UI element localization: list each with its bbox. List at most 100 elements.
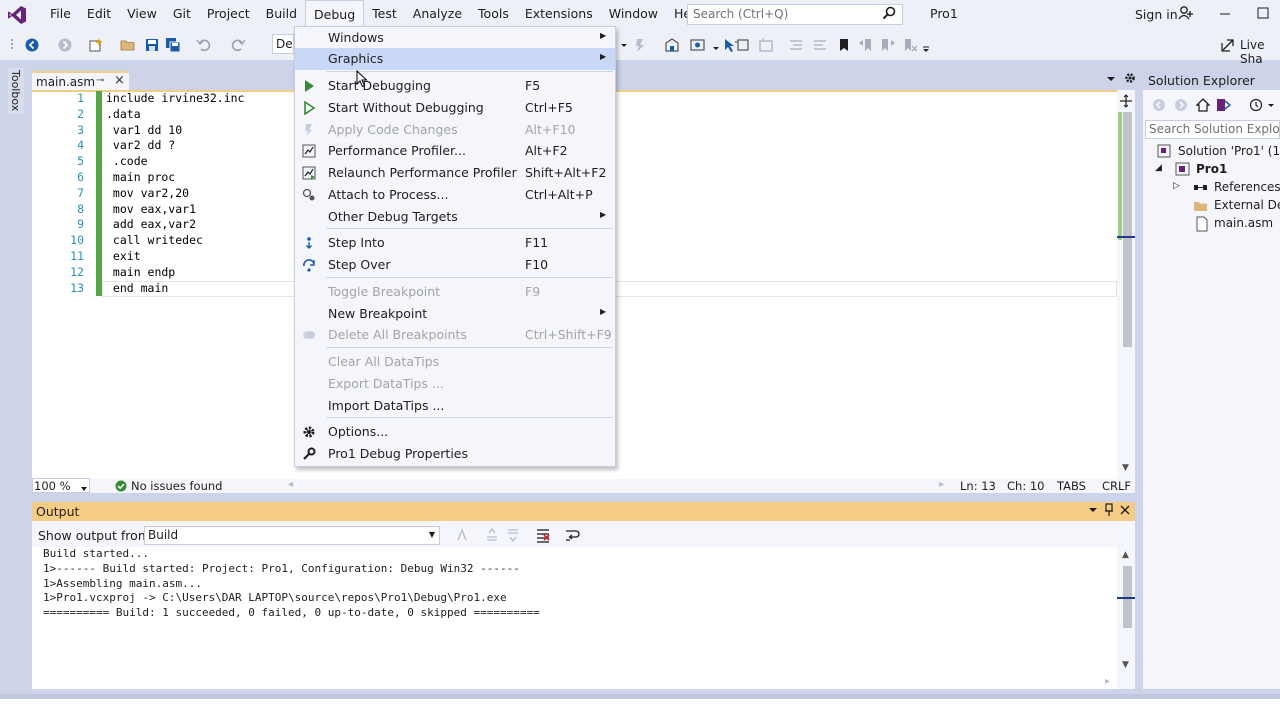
editor-scroll-thumb[interactable] xyxy=(1123,112,1132,347)
menu-edit[interactable]: Edit xyxy=(79,0,119,30)
close-tab-icon[interactable]: × xyxy=(114,73,125,88)
output-source-select[interactable]: Build ▼ xyxy=(144,526,440,545)
code-text[interactable]: main endp xyxy=(102,265,175,281)
output-hscroll-right-icon[interactable]: ▸ xyxy=(1105,676,1110,687)
debug-menu-item-start-without-debugging[interactable]: Start Without Debugging Ctrl+F5 xyxy=(295,97,615,119)
navigate-forward-icon[interactable] xyxy=(57,37,73,53)
debug-menu-item-new-breakpoint[interactable]: New Breakpoint ▶ xyxy=(295,303,615,325)
output-window-header[interactable]: Output xyxy=(32,502,1135,521)
expand-arrow-icon[interactable]: ▷ xyxy=(1173,181,1180,191)
menu-view[interactable]: View xyxy=(119,0,165,30)
debug-menu-item-step-into[interactable]: Step Into F11 xyxy=(295,232,615,254)
output-pin-icon[interactable] xyxy=(1104,503,1114,520)
se-history-dropdown-icon[interactable] xyxy=(1267,97,1280,113)
editor-settings-gear-icon[interactable] xyxy=(1123,71,1139,87)
debug-menu-item-step-over[interactable]: Step Over F10 xyxy=(295,254,615,276)
maximize-icon[interactable] xyxy=(1256,4,1270,27)
code-text[interactable]: .code xyxy=(102,154,148,170)
debug-menu-item-debug-properties[interactable]: Pro1 Debug Properties xyxy=(295,443,615,465)
solution-configuration-combo[interactable]: Del xyxy=(272,34,294,54)
code-text[interactable]: call writedec xyxy=(102,233,203,249)
code-text[interactable]: add eax,var2 xyxy=(102,217,196,233)
output-scroll-down-icon[interactable]: ▼ xyxy=(1122,660,1129,670)
output-menu-dropdown-icon[interactable] xyxy=(1088,503,1098,520)
external-deps-node[interactable]: External Dep xyxy=(1214,198,1280,212)
open-folder-icon[interactable] xyxy=(120,37,136,53)
output-scroll-up-icon[interactable]: ▲ xyxy=(1122,550,1129,560)
se-home-icon[interactable] xyxy=(1195,97,1211,113)
se-forward-icon[interactable] xyxy=(1174,98,1190,114)
save-icon[interactable] xyxy=(144,37,160,53)
tab-list-dropdown-icon[interactable] xyxy=(1106,72,1122,88)
clear-bookmarks-icon[interactable] xyxy=(902,37,918,53)
debug-menu-item-performance-profiler[interactable]: Performance Profiler... Alt+F2 xyxy=(295,140,615,162)
visual-studio-logo-icon[interactable] xyxy=(0,0,34,30)
toggle-layout-icon[interactable] xyxy=(734,37,750,53)
output-close-icon[interactable] xyxy=(1120,503,1130,520)
new-project-icon[interactable] xyxy=(88,37,104,53)
previous-message-icon[interactable] xyxy=(484,527,500,543)
sign-in-link[interactable]: Sign in xyxy=(1135,7,1178,22)
no-issues-check-icon[interactable] xyxy=(115,480,127,495)
browse-icon[interactable] xyxy=(664,37,680,53)
code-text[interactable]: end main xyxy=(102,281,168,297)
code-text[interactable]: var1 dd 10 xyxy=(102,123,182,139)
toolbox-label[interactable]: Toolbox xyxy=(9,70,22,111)
editor-tab-main-asm[interactable]: main.asm ⊸ × xyxy=(32,71,129,90)
hscroll-right-icon[interactable]: ▸ xyxy=(939,479,944,490)
save-all-icon[interactable] xyxy=(165,37,181,53)
search-input[interactable]: Search (Ctrl+Q) xyxy=(687,4,903,25)
screenshot-icon[interactable] xyxy=(690,37,706,53)
solution-node[interactable]: Solution 'Pro1' (1 of xyxy=(1178,144,1280,158)
zoom-dropdown-icon[interactable] xyxy=(80,482,88,496)
se-back-icon[interactable] xyxy=(1152,98,1168,114)
debug-menu-item-start-debugging[interactable]: Start Debugging F5 xyxy=(295,75,615,97)
code-text[interactable]: main proc xyxy=(102,170,175,186)
live-share-button[interactable]: Live Sha xyxy=(1240,38,1280,66)
pin-tab-icon[interactable]: ⊸ xyxy=(96,75,104,86)
solution-explorer-search-input[interactable]: Search Solution Explorer xyxy=(1145,120,1280,139)
track-element-icon[interactable] xyxy=(758,37,774,53)
hot-reload-icon[interactable] xyxy=(632,37,648,53)
next-message-icon[interactable] xyxy=(505,527,521,543)
menu-file[interactable]: File xyxy=(42,0,79,30)
next-bookmark-icon[interactable] xyxy=(880,37,896,53)
debug-menu-item-other-debug-targets[interactable]: Other Debug Targets ▶ xyxy=(295,206,615,228)
debug-menu-item-options[interactable]: Options... xyxy=(295,421,615,443)
live-share-icon[interactable] xyxy=(1221,38,1237,54)
solution-explorer-header[interactable]: Solution Explorer xyxy=(1143,71,1280,90)
uncomment-lines-icon[interactable] xyxy=(812,37,828,53)
code-text[interactable]: mov var2,20 xyxy=(102,186,189,202)
split-editor-icon[interactable] xyxy=(1119,94,1135,110)
code-text[interactable]: var2 dd ? xyxy=(102,138,175,154)
clear-all-icon[interactable] xyxy=(535,527,551,543)
se-history-icon[interactable] xyxy=(1248,97,1264,113)
output-text-area[interactable]: Build started... 1>------ Build started: … xyxy=(32,547,1117,689)
go-to-error-icon[interactable] xyxy=(455,527,471,543)
file-node-main-asm[interactable]: main.asm xyxy=(1214,216,1273,230)
issues-status-text[interactable]: No issues found xyxy=(131,479,222,493)
redo-icon[interactable] xyxy=(230,37,246,53)
code-text[interactable]: .data xyxy=(102,107,141,123)
toolbar-overflow-icon[interactable] xyxy=(922,38,938,54)
bookmark-icon[interactable] xyxy=(836,37,852,53)
code-text[interactable]: exit xyxy=(102,249,141,265)
menu-git[interactable]: Git xyxy=(165,0,199,30)
indentation-status[interactable]: TABS xyxy=(1057,479,1086,493)
collapse-arrow-icon[interactable]: ◢ xyxy=(1155,163,1162,173)
debug-menu-item-windows[interactable]: Windows ▶ xyxy=(295,27,615,49)
previous-bookmark-icon[interactable] xyxy=(858,37,874,53)
se-switch-views-icon[interactable] xyxy=(1215,97,1232,113)
account-icon[interactable] xyxy=(1178,5,1194,24)
debug-menu-item-relaunch-performance-profiler[interactable]: Relaunch Performance Profiler Shift+Alt+F… xyxy=(295,162,615,184)
code-text[interactable]: include irvine32.inc xyxy=(102,91,244,107)
references-node[interactable]: References xyxy=(1214,180,1280,194)
editor-scroll-down-icon[interactable]: ▼ xyxy=(1122,463,1129,473)
debug-menu-item-graphics[interactable]: Graphics ▶ xyxy=(295,48,615,70)
comment-lines-icon[interactable] xyxy=(788,37,804,53)
zoom-level[interactable]: 100 % xyxy=(34,479,71,493)
toggle-word-wrap-icon[interactable] xyxy=(564,527,580,543)
minimize-icon[interactable] xyxy=(1218,4,1232,27)
line-ending-status[interactable]: CRLF xyxy=(1102,479,1131,493)
code-text[interactable]: mov eax,var1 xyxy=(102,202,196,218)
